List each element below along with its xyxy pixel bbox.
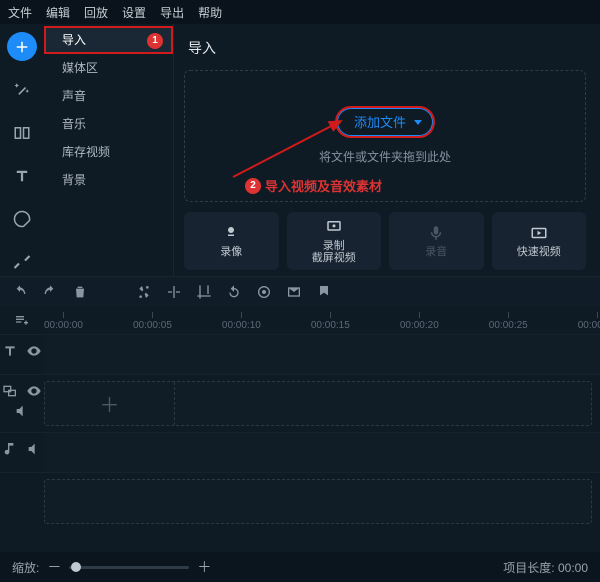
track-head-text — [0, 335, 44, 374]
menubar: 文件 编辑 回放 设置 导出 帮助 — [0, 0, 600, 24]
sidebar-item-music[interactable]: 音乐 — [44, 110, 173, 138]
ruler-tick: 00:00:00 — [44, 312, 83, 331]
status-bar: 缩放: － ＋ 项目长度: 00:00 — [0, 552, 600, 582]
speaker-icon[interactable] — [14, 403, 30, 419]
add-clip-button[interactable]: ＋ — [45, 382, 175, 425]
sidebar: 导入 1 媒体区 声音 音乐 库存视频 背景 — [44, 24, 174, 276]
menu-file[interactable]: 文件 — [8, 4, 32, 21]
menu-playback[interactable]: 回放 — [84, 4, 108, 21]
step2-badge: 2 — [245, 178, 261, 194]
nav-sticker-icon[interactable] — [7, 204, 37, 233]
nav-import-icon[interactable] — [7, 32, 37, 61]
timeline-ruler[interactable]: 00:00:00 00:00:05 00:00:10 00:00:15 00:0… — [44, 306, 600, 334]
screencast-icon — [325, 218, 343, 236]
sidebar-item-media[interactable]: 媒体区 — [44, 54, 173, 82]
timeline-tracks: ＋ — [0, 334, 600, 530]
dropzone-hint: 将文件或文件夹拖到此处 — [319, 148, 451, 165]
annotation-text: 导入视频及音效素材 — [265, 176, 382, 195]
action-screencast[interactable]: 录制 截屏视频 — [287, 212, 382, 270]
action-cards: 录像 录制 截屏视频 录音 快速视频 — [184, 212, 586, 270]
delete-icon[interactable] — [72, 284, 88, 300]
overlay-track-icon — [2, 383, 18, 399]
content-area: 导入 添加文件 将文件或文件夹拖到此处 2 导入视频及音效素材 录像 — [174, 24, 600, 276]
crop-icon[interactable] — [196, 284, 212, 300]
action-record-camera[interactable]: 录像 — [184, 212, 279, 270]
track-head-audio — [0, 433, 44, 472]
track-audio[interactable] — [0, 432, 600, 472]
sidebar-item-label: 导入 — [62, 33, 86, 47]
add-track-button[interactable] — [0, 306, 44, 334]
speaker-icon[interactable] — [26, 441, 42, 457]
rotate-icon[interactable] — [226, 284, 242, 300]
cut-icon[interactable] — [136, 284, 152, 300]
track-video[interactable] — [0, 472, 600, 530]
ruler-tick: 00:00:10 — [222, 312, 261, 331]
track-text[interactable] — [0, 334, 600, 374]
zoom-out-button[interactable]: － — [47, 557, 61, 577]
import-dropzone[interactable]: 添加文件 将文件或文件夹拖到此处 2 导入视频及音效素材 — [184, 70, 586, 202]
sidebar-item-background[interactable]: 背景 — [44, 166, 173, 194]
nav-text-icon[interactable] — [7, 161, 37, 190]
zoom-control: 缩放: － ＋ — [12, 557, 211, 577]
action-record-audio[interactable]: 录音 — [389, 212, 484, 270]
action-quick-video[interactable]: 快速视频 — [492, 212, 587, 270]
menu-help[interactable]: 帮助 — [198, 4, 222, 21]
music-track-icon — [2, 441, 18, 457]
redo-icon[interactable] — [42, 284, 58, 300]
zoom-label: 缩放: — [12, 559, 39, 576]
text-track-icon — [2, 343, 18, 359]
nav-tools-icon[interactable] — [7, 247, 37, 276]
ruler-tick: 00:00:25 — [489, 312, 528, 331]
ruler-tick: 00:00:20 — [400, 312, 439, 331]
track-overlay[interactable]: ＋ — [0, 374, 600, 432]
timeline-toolbar — [0, 276, 600, 306]
nav-rail — [0, 24, 44, 276]
annotation-step2: 2 导入视频及音效素材 — [245, 176, 382, 195]
project-length: 项目长度: 00:00 — [503, 559, 588, 576]
microphone-icon — [427, 224, 445, 242]
clip-props-icon[interactable] — [286, 284, 302, 300]
marker-icon[interactable] — [316, 284, 332, 300]
ruler-tick: 00:00:05 — [133, 312, 172, 331]
sidebar-item-import[interactable]: 导入 1 — [44, 26, 173, 54]
page-title: 导入 — [188, 38, 586, 58]
track-head-video — [0, 473, 44, 530]
sidebar-item-sound[interactable]: 声音 — [44, 82, 173, 110]
sidebar-item-stock[interactable]: 库存视频 — [44, 138, 173, 166]
color-icon[interactable] — [256, 284, 272, 300]
step1-badge: 1 — [147, 33, 163, 49]
nav-wand-icon[interactable] — [7, 75, 37, 104]
undo-icon[interactable] — [12, 284, 28, 300]
track-head-overlay — [0, 375, 44, 432]
zoom-in-button[interactable]: ＋ — [197, 557, 211, 577]
menu-edit[interactable]: 编辑 — [46, 4, 70, 21]
timeline-ruler-row: 00:00:00 00:00:05 00:00:10 00:00:15 00:0… — [0, 306, 600, 334]
list-plus-icon — [14, 312, 30, 328]
add-file-button[interactable]: 添加文件 — [337, 108, 433, 136]
nav-transition-icon[interactable] — [7, 118, 37, 147]
menu-settings[interactable]: 设置 — [122, 4, 146, 21]
quick-video-icon — [530, 224, 548, 242]
menu-export[interactable]: 导出 — [160, 4, 184, 21]
split-icon[interactable] — [166, 284, 182, 300]
visibility-icon[interactable] — [26, 383, 42, 399]
zoom-slider[interactable] — [69, 566, 189, 569]
visibility-icon[interactable] — [26, 343, 42, 359]
ruler-tick: 00:00:15 — [311, 312, 350, 331]
camera-icon — [222, 224, 240, 242]
ruler-tick: 00:00:30 — [578, 312, 600, 331]
